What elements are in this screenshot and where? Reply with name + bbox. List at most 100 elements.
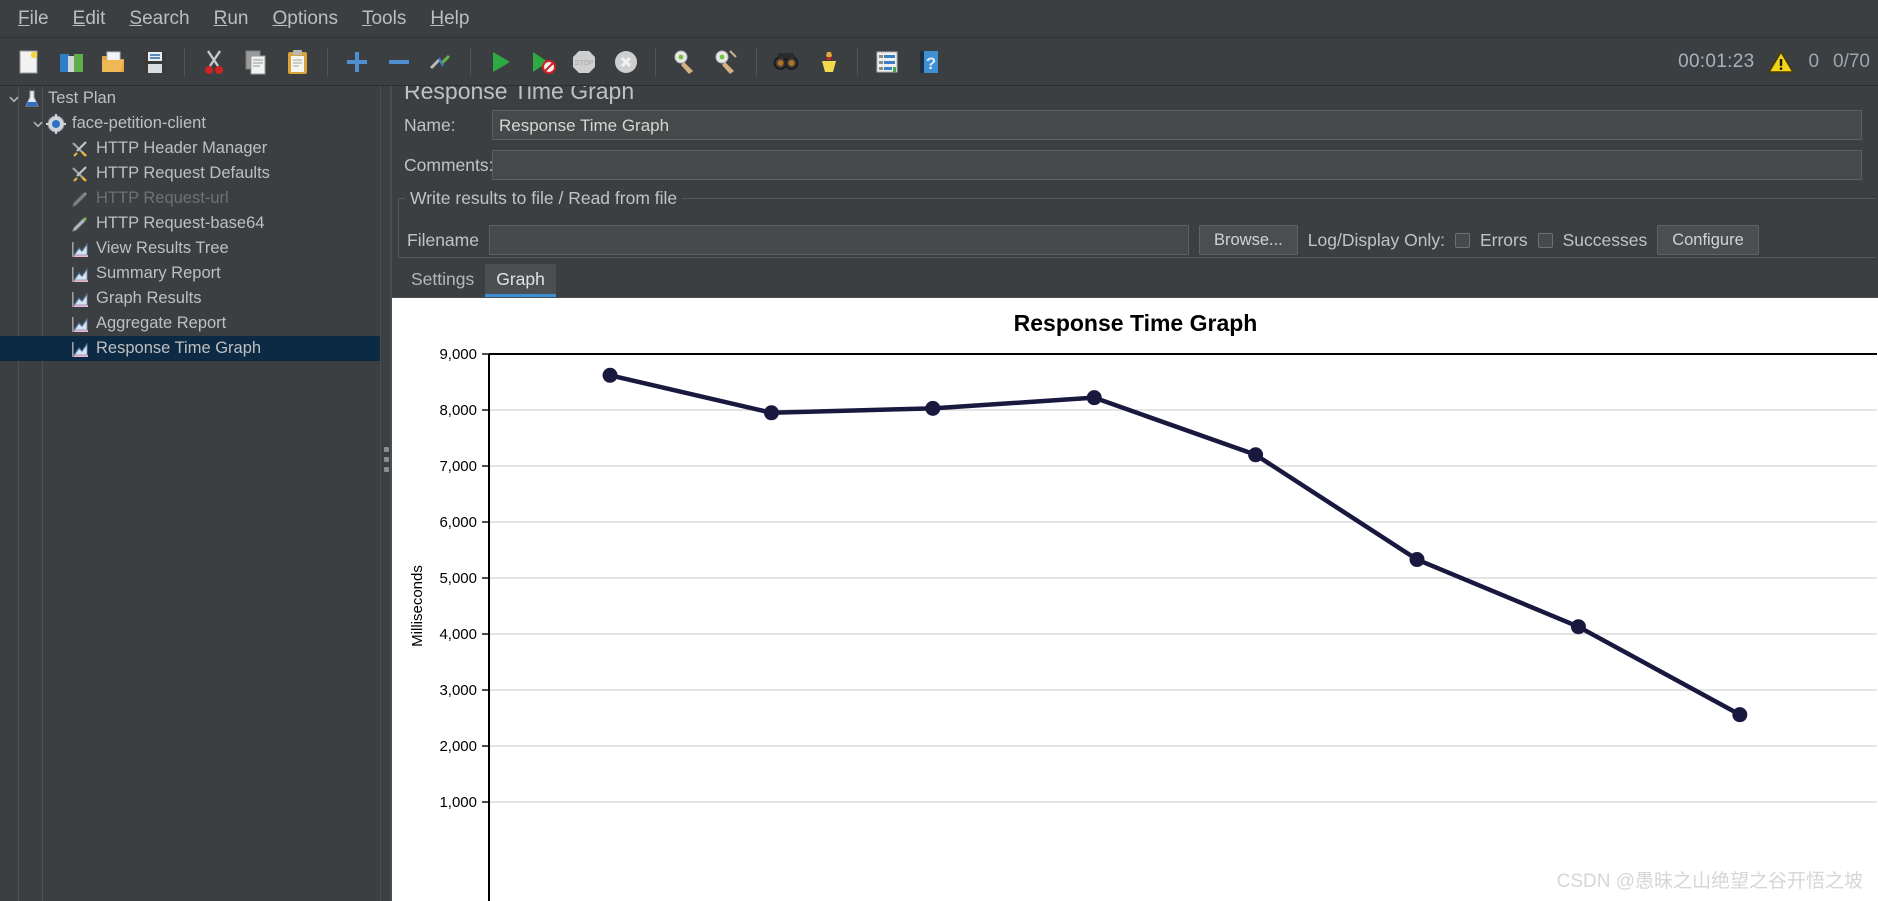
toolbar-start-button[interactable]: [481, 43, 519, 81]
toolbar-search-button[interactable]: [767, 43, 805, 81]
toolbar-toggle-button[interactable]: [422, 43, 460, 81]
listener-icon: [70, 289, 90, 309]
y-axis-tick-label: 9,000: [439, 346, 477, 363]
data-point-marker[interactable]: [602, 367, 618, 383]
comments-input[interactable]: [492, 150, 1862, 180]
expand-all-icon: [343, 48, 371, 76]
toolbar-cut-button[interactable]: [195, 43, 233, 81]
listener-icon: [70, 314, 90, 334]
data-point-marker[interactable]: [1248, 447, 1264, 463]
data-point-marker[interactable]: [1086, 390, 1102, 406]
toolbar-copy-button[interactable]: [237, 43, 275, 81]
write-results-legend: Write results to file / Read from file: [410, 188, 678, 208]
tree-toggle-spacer: [54, 191, 70, 207]
errors-label: Errors: [1479, 229, 1528, 250]
clear-all-icon: [713, 48, 741, 76]
data-point-marker[interactable]: [1732, 707, 1748, 723]
successes-label: Successes: [1562, 229, 1648, 250]
tree-node-view-results-tree[interactable]: View Results Tree: [0, 236, 380, 261]
toolbar-open-button[interactable]: [94, 43, 132, 81]
data-point-marker[interactable]: [763, 405, 779, 421]
menu-edit[interactable]: Edit: [61, 4, 118, 34]
log-display-only-label: Log/Display Only:: [1307, 229, 1445, 250]
thread-group-icon: [46, 113, 66, 134]
tab-graph[interactable]: Graph: [485, 264, 556, 297]
svg-text:STOP: STOP: [575, 60, 594, 67]
toolbar-function-helper-button[interactable]: [868, 43, 906, 81]
toolbar-templates-button[interactable]: [52, 43, 90, 81]
filename-input[interactable]: [489, 225, 1189, 255]
toolbar-stop-button[interactable]: STOP: [565, 43, 603, 81]
successes-checkbox[interactable]: [1537, 232, 1553, 248]
chart-canvas: 1,000 2,000 3,000 4,000 5,000 6,000 7,000 8,000…: [409, 346, 1877, 901]
tree-node-http-request-base64[interactable]: HTTP Request-base64: [0, 211, 380, 236]
tree-node-summary-report[interactable]: Summary Report: [0, 261, 380, 286]
tree-node-http-header-manager[interactable]: HTTP Header Manager: [0, 136, 380, 161]
toolbar-help-button[interactable]: ?: [910, 43, 948, 81]
errors-checkbox[interactable]: [1454, 232, 1470, 248]
collapse-all-icon: [385, 48, 413, 76]
menu-tools[interactable]: Tools: [350, 4, 418, 34]
chevron-down-icon[interactable]: [30, 116, 46, 132]
y-axis-tick-label: 1,000: [439, 794, 477, 811]
tree-node-label: View Results Tree: [96, 239, 229, 258]
warning-triangle-icon[interactable]: [1768, 50, 1795, 74]
toolbar-start-no-pauses-button[interactable]: [523, 43, 561, 81]
panel-splitter[interactable]: [380, 86, 391, 901]
response-time-chart: Response Time Graph 1,000 2,000 3,000 4,000…: [392, 298, 1878, 901]
toolbar-search-reset-button[interactable]: [809, 43, 847, 81]
test-plan-icon: [22, 89, 42, 109]
toolbar-clear-all-button[interactable]: [708, 43, 746, 81]
sampler-icon: [70, 214, 90, 234]
tree-toggle-spacer: [54, 291, 70, 307]
tree-toggle-spacer: [54, 316, 70, 332]
menu-help[interactable]: Help: [418, 4, 481, 34]
tree-node-aggregate-report[interactable]: Aggregate Report: [0, 311, 380, 336]
data-point-marker[interactable]: [1409, 552, 1425, 568]
toolbar: STOP?: [0, 38, 1878, 86]
panel-tabs: Settings Graph: [392, 264, 1878, 298]
toolbar-new-test-plan-button[interactable]: [10, 43, 48, 81]
toolbar-shutdown-button[interactable]: [607, 43, 645, 81]
test-plan-tree[interactable]: Test Plan face-petition-client HTTP Header…: [0, 86, 380, 901]
menu-run[interactable]: Run: [202, 4, 261, 34]
name-input[interactable]: Response Time Graph: [492, 110, 1862, 140]
toolbar-save-button[interactable]: [136, 43, 174, 81]
menu-search[interactable]: Search: [117, 4, 201, 34]
tree-node-test-plan[interactable]: Test Plan: [0, 86, 380, 111]
tree-node-label: Test Plan: [48, 89, 116, 108]
toolbar-collapse-all-button[interactable]: [380, 43, 418, 81]
chevron-down-icon[interactable]: [6, 91, 22, 107]
toolbar-paste-button[interactable]: [279, 43, 317, 81]
help-icon: ?: [915, 48, 943, 76]
tree-node-http-request-defaults[interactable]: HTTP Request Defaults: [0, 161, 380, 186]
page-title: Response Time Graph: [404, 86, 635, 104]
stop-icon: STOP: [570, 48, 598, 76]
data-point-marker[interactable]: [1570, 619, 1586, 635]
y-axis-tick-label: 8,000: [439, 402, 477, 419]
toolbar-separator: [327, 47, 328, 76]
tree-node-label: HTTP Request-url: [96, 189, 229, 208]
toolbar-expand-all-button[interactable]: [338, 43, 376, 81]
tree-node-graph-results[interactable]: Graph Results: [0, 286, 380, 311]
data-point-marker[interactable]: [925, 400, 941, 416]
toolbar-clear-button[interactable]: [666, 43, 704, 81]
paste-icon: [284, 48, 312, 76]
sampler-off-icon: [70, 189, 90, 209]
tab-settings[interactable]: Settings: [400, 264, 485, 297]
y-axis-tick-label: 4,000: [439, 626, 477, 643]
listener-icon: [70, 239, 90, 259]
tree-toggle-spacer: [54, 241, 70, 257]
configure-button[interactable]: Configure: [1657, 225, 1759, 255]
browse-button[interactable]: Browse...: [1199, 225, 1298, 255]
menu-options[interactable]: Options: [260, 4, 349, 34]
menu-file[interactable]: File: [6, 4, 61, 34]
comments-row: Comments:: [404, 150, 1874, 180]
filename-label: Filename: [407, 229, 479, 250]
name-label: Name:: [404, 114, 456, 135]
tree-node-http-request-url[interactable]: HTTP Request-url: [0, 186, 380, 211]
tree-node-response-time-graph[interactable]: Response Time Graph: [0, 336, 380, 361]
y-axis-tick-label: 2,000: [439, 738, 477, 755]
y-axis-tick-label: 7,000: [439, 458, 477, 475]
tree-node-face-petition-client[interactable]: face-petition-client: [0, 111, 380, 136]
